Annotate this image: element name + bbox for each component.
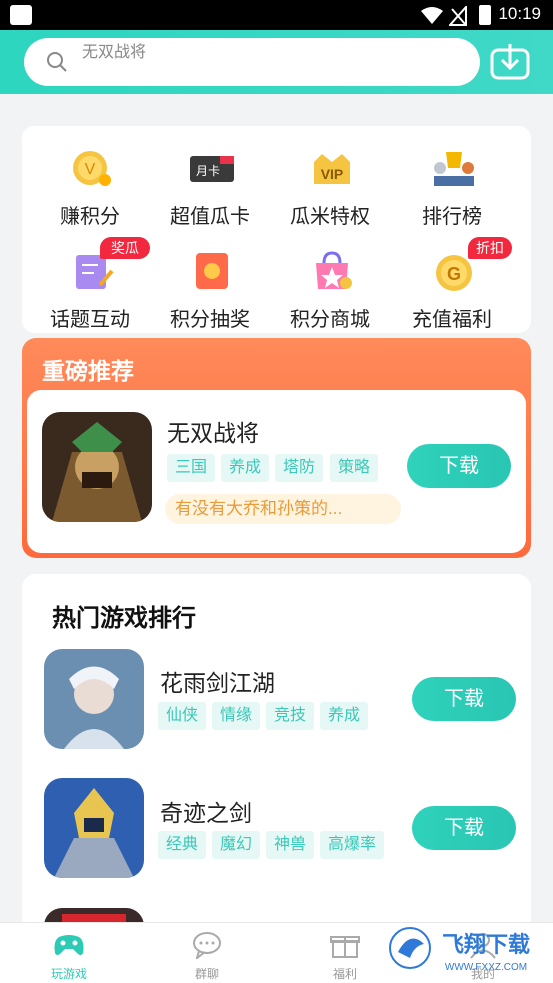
- download-button[interactable]: 下载: [407, 444, 511, 488]
- vip-crown-icon: VIP: [314, 154, 350, 184]
- quick-entry-topic[interactable]: 奖瓜币 话题互动: [30, 237, 150, 335]
- quick-entry-recharge[interactable]: G 折扣 充值福利: [392, 237, 512, 335]
- game-tag: 经典: [158, 831, 207, 859]
- game-tag: 魔幻: [212, 831, 261, 859]
- header-divider: [0, 94, 553, 108]
- search-icon: [47, 52, 67, 72]
- game-name: 无双战将: [167, 420, 259, 446]
- quick-entry-label: 充值福利: [412, 309, 492, 331]
- game-tag: 三国: [167, 454, 216, 482]
- search-input[interactable]: 无双战将: [24, 38, 480, 86]
- quick-entry-label: 超值瓜卡: [170, 206, 250, 228]
- quick-entry-month-card[interactable]: 月卡 超值瓜卡: [150, 136, 270, 232]
- game-thumbnail[interactable]: [44, 778, 144, 878]
- game-tag: 塔防: [275, 454, 324, 482]
- quick-entry-label: 积分抽奖: [170, 309, 250, 331]
- game-tag: 竞技: [266, 702, 315, 730]
- nav-label: 玩游戏: [50, 967, 87, 981]
- nav-play-games[interactable]: 玩游戏: [0, 923, 138, 983]
- search-placeholder: 无双战将: [82, 44, 147, 61]
- warrior-portrait-icon: [42, 412, 152, 522]
- game-tag: 情缘: [212, 702, 261, 730]
- svg-text:V: V: [85, 161, 96, 178]
- ranking-section: 热门游戏排行 花雨剑江湖 仙侠 情缘 竞技 养成 下载 奇迹之剑 经典 魔幻 神…: [22, 574, 531, 934]
- status-bar: 10:19: [0, 0, 553, 30]
- shopping-bag-icon: [316, 251, 352, 289]
- no-signal-icon: [449, 6, 467, 26]
- download-button[interactable]: 下载: [412, 677, 516, 721]
- trophy-icon: [434, 152, 474, 186]
- game-tag: 养成: [320, 702, 369, 730]
- download-manager-icon[interactable]: [488, 40, 532, 84]
- download-button[interactable]: 下载: [412, 806, 516, 850]
- game-tag: 仙侠: [158, 702, 207, 730]
- game-thumbnail[interactable]: [44, 649, 144, 749]
- game-tag: 养成: [221, 454, 270, 482]
- month-card-icon: 月卡: [190, 156, 234, 182]
- quick-entry-label: 瓜米特权: [290, 206, 370, 228]
- armored-knight-icon: [44, 778, 144, 878]
- notification-icon: [10, 5, 32, 25]
- nav-label: 群聊: [194, 967, 219, 981]
- gamepad-icon: [54, 935, 84, 955]
- wifi-icon: [421, 7, 443, 24]
- game-tag: 高爆率: [320, 831, 385, 859]
- quick-entry-label: 话题互动: [50, 309, 130, 331]
- nav-group-chat[interactable]: 群聊: [138, 923, 276, 983]
- ranking-title: 热门游戏排行: [52, 605, 196, 632]
- chat-bubble-icon: [193, 932, 221, 959]
- lottery-icon: [196, 253, 228, 289]
- quick-entry-vip[interactable]: VIP 瓜米特权: [270, 136, 390, 232]
- svg-text:VIP: VIP: [321, 166, 344, 182]
- game-tag: 神兽: [266, 831, 315, 859]
- quick-entry-earn-points[interactable]: V 赚积分: [30, 136, 150, 232]
- watermark-logo: 飞翔下载 WWW.FXXZ.COM: [389, 927, 530, 973]
- status-time: 10:19: [498, 4, 541, 23]
- coin-v-icon: V: [73, 151, 111, 186]
- watermark-text: 飞翔下载: [442, 932, 530, 958]
- game-name: 奇迹之剑: [160, 800, 252, 826]
- heroine-portrait-icon: [44, 649, 144, 749]
- game-name: 花雨剑江湖: [160, 670, 275, 696]
- quick-entry-card: V 赚积分 月卡 超值瓜卡 VIP 瓜米特权 排行榜 奖瓜币 话题互动 积分抽奖…: [22, 126, 531, 333]
- gift-icon: [330, 936, 360, 958]
- quick-entry-store[interactable]: 积分商城: [270, 239, 390, 335]
- quick-entry-ranking[interactable]: 排行榜: [392, 136, 512, 232]
- quick-entry-lottery[interactable]: 积分抽奖: [150, 239, 270, 335]
- featured-title: 重磅推荐: [42, 358, 134, 384]
- discount-badge: 折扣: [468, 237, 512, 259]
- quick-entry-label: 排行榜: [422, 206, 482, 228]
- svg-text:月卡: 月卡: [196, 164, 220, 178]
- watermark-url: WWW.FXXZ.COM: [445, 962, 527, 973]
- svg-text:G: G: [447, 264, 461, 284]
- battery-icon: [479, 5, 491, 25]
- featured-section: 重磅推荐 无双战将 三国 养成 塔防 策略 有没有大乔和孙策的... 下载: [22, 338, 531, 558]
- quick-entry-label: 积分商城: [290, 309, 370, 331]
- reward-badge: 奖瓜币: [100, 237, 150, 278]
- game-thumbnail[interactable]: [42, 412, 152, 522]
- game-description: 有没有大乔和孙策的...: [165, 494, 401, 524]
- featured-game-card[interactable]: 无双战将 三国 养成 塔防 策略 有没有大乔和孙策的... 下载: [27, 390, 526, 553]
- quick-entry-label: 赚积分: [60, 206, 120, 228]
- game-tag: 策略: [330, 454, 379, 482]
